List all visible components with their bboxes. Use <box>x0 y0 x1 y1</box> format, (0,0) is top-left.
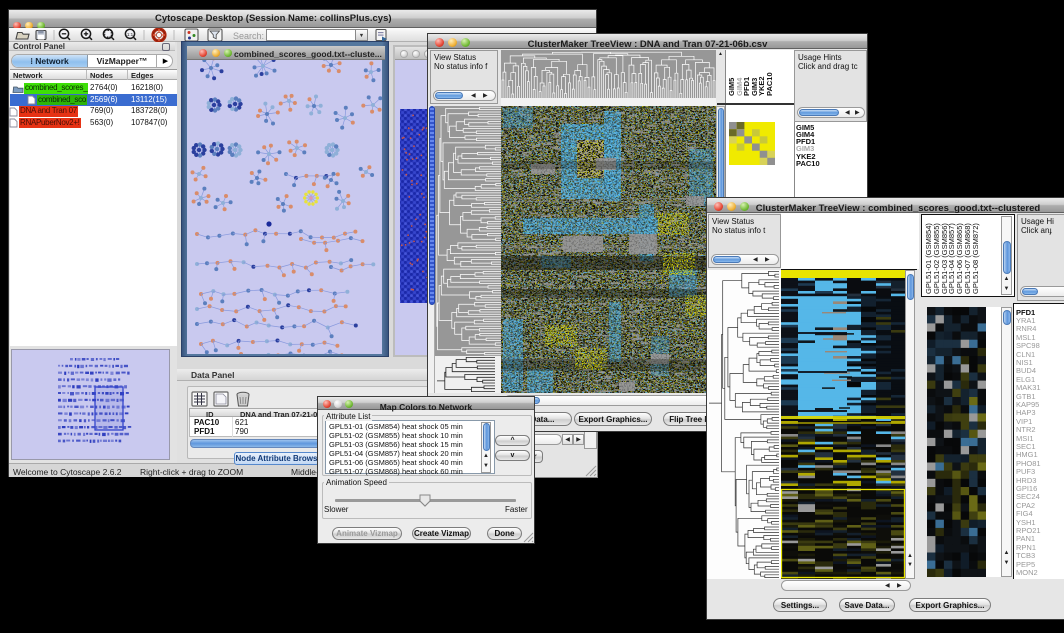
svg-text:1:1: 1:1 <box>127 32 134 37</box>
